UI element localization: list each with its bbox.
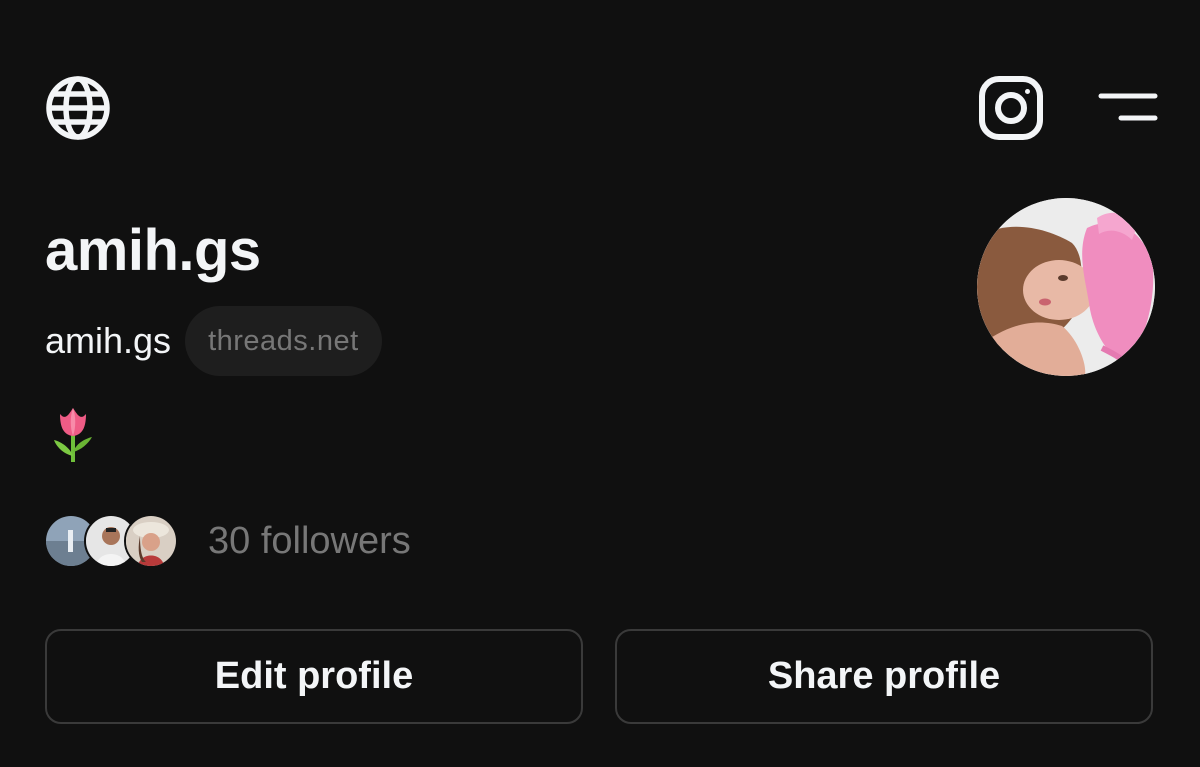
profile-username: amih.gs bbox=[45, 320, 172, 361]
followers-row[interactable]: 30 followers bbox=[44, 514, 411, 568]
profile-display-name: amih.gs bbox=[45, 218, 261, 283]
share-profile-button[interactable]: Share profile bbox=[615, 629, 1153, 724]
domain-badge[interactable]: threads.net bbox=[185, 306, 382, 376]
tulip-emoji-icon bbox=[48, 404, 108, 464]
top-bar bbox=[0, 0, 1200, 200]
globe-icon[interactable] bbox=[44, 74, 112, 142]
menu-icon[interactable] bbox=[1096, 82, 1160, 130]
instagram-icon[interactable] bbox=[976, 74, 1046, 142]
profile-avatar[interactable] bbox=[977, 198, 1155, 376]
handle-row: amih.gs threads.net bbox=[45, 306, 382, 376]
followers-count[interactable]: 30 followers bbox=[208, 520, 411, 563]
follower-avatar bbox=[124, 514, 178, 568]
edit-profile-button[interactable]: Edit profile bbox=[45, 629, 583, 724]
